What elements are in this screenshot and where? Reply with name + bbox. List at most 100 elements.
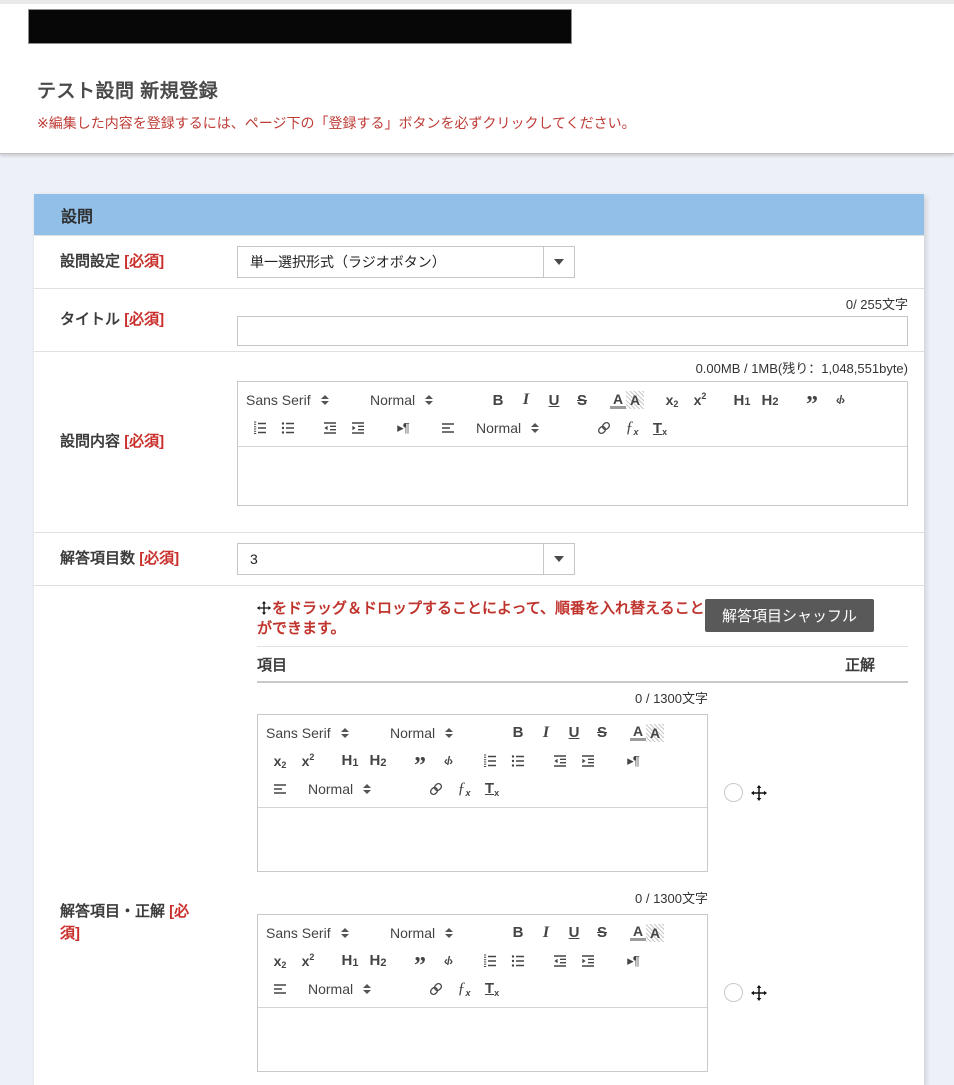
formula-button[interactable]: ƒx: [618, 416, 646, 440]
strike-button[interactable]: S: [588, 921, 616, 945]
italic-button[interactable]: I: [512, 388, 540, 412]
question-type-select[interactable]: 単一選択形式（ラジオボタン）: [237, 246, 575, 278]
code-block-button[interactable]: ‹/›: [826, 388, 854, 412]
background-color-button[interactable]: A: [646, 924, 664, 942]
header-2-button[interactable]: H2: [364, 749, 392, 773]
size-picker[interactable]: Normal: [390, 921, 490, 945]
link-button[interactable]: [422, 777, 450, 801]
bold-button[interactable]: B: [504, 721, 532, 745]
updown-arrows-icon: [425, 395, 433, 405]
underline-button[interactable]: U: [560, 921, 588, 945]
clean-button[interactable]: Tx: [646, 416, 674, 440]
text-color-button[interactable]: A: [630, 924, 646, 941]
title-input[interactable]: [237, 316, 908, 346]
row-title: タイトル [必須] 0/ 255文字: [34, 288, 924, 351]
column-header-item: 項目: [257, 657, 287, 674]
header-2-button[interactable]: H2: [756, 388, 784, 412]
align-button[interactable]: [266, 777, 294, 801]
answers-label: 解答項目・正解 [必須]: [34, 586, 237, 1085]
updown-arrows-icon: [445, 728, 453, 738]
answer-2-correct-radio[interactable]: [724, 983, 743, 1002]
header-1-button[interactable]: H1: [728, 388, 756, 412]
text-color-button[interactable]: A: [630, 724, 646, 741]
toolbar-group: Sans Serif: [266, 721, 376, 745]
subscript-button[interactable]: x2: [266, 749, 294, 773]
header-1-button[interactable]: H1: [336, 749, 364, 773]
text-color-button[interactable]: A: [610, 392, 626, 409]
bold-button[interactable]: B: [484, 388, 512, 412]
superscript-button[interactable]: x2: [294, 749, 322, 773]
toolbar-group: [246, 416, 302, 440]
clean-button[interactable]: Tx: [478, 777, 506, 801]
chevron-down-icon[interactable]: [543, 247, 574, 277]
answer-2-char-counter: 0 / 1300文字: [257, 888, 708, 907]
underline-button[interactable]: U: [560, 721, 588, 745]
content-editor-toolbar: Sans SerifNormalBIUSAAx2x2H1H2”‹/›▸¶Norm…: [238, 382, 907, 447]
font-picker[interactable]: Sans Serif: [266, 721, 376, 745]
toolbar-group: AA: [630, 724, 664, 742]
answer-1-move-handle[interactable]: [751, 785, 767, 801]
toolbar-group: ▸¶: [616, 749, 650, 773]
font-picker-label: Sans Serif: [246, 392, 311, 408]
updown-arrows-icon: [341, 728, 349, 738]
toolbar-group: Sans Serif: [266, 921, 376, 945]
toolbar-group: Normal: [370, 388, 470, 412]
ordered-list-button[interactable]: [246, 416, 274, 440]
question-type-select-value: 単一選択形式（ラジオボタン）: [238, 247, 543, 277]
toolbar-group: Sans Serif: [246, 388, 356, 412]
link-button[interactable]: [590, 416, 618, 440]
formula-button[interactable]: ƒx: [450, 777, 478, 801]
bullet-list-button[interactable]: [274, 416, 302, 440]
background-color-button[interactable]: A: [626, 391, 644, 409]
page-title: テスト設問 新規登録: [37, 76, 218, 103]
lineheight-picker[interactable]: Normal: [308, 777, 408, 801]
align-button[interactable]: [266, 977, 294, 1001]
italic-button[interactable]: I: [532, 921, 560, 945]
lineheight-picker[interactable]: Normal: [476, 416, 576, 440]
toolbar-group: ▸¶: [386, 416, 420, 440]
indent-button[interactable]: [574, 749, 602, 773]
bullet-list-button[interactable]: [504, 749, 532, 773]
subscript-button[interactable]: x2: [658, 388, 686, 412]
ordered-list-button[interactable]: [476, 749, 504, 773]
row-answers: 解答項目・正解 [必須] をドラッグ＆ドロップすることによって、順番を入れ替える…: [34, 585, 924, 1085]
chevron-down-icon[interactable]: [543, 544, 574, 574]
outdent-button[interactable]: [316, 416, 344, 440]
blockquote-button[interactable]: ”: [406, 749, 434, 773]
size-picker[interactable]: Normal: [390, 721, 490, 745]
font-picker[interactable]: Sans Serif: [266, 921, 376, 945]
font-picker[interactable]: Sans Serif: [246, 388, 356, 412]
shuffle-answers-button[interactable]: 解答項目シャッフル: [705, 599, 874, 632]
direction-button[interactable]: ▸¶: [386, 416, 420, 440]
outdent-button[interactable]: [546, 749, 574, 773]
italic-button[interactable]: I: [532, 721, 560, 745]
title-char-counter: 0/ 255文字: [237, 294, 908, 313]
align-button[interactable]: [434, 416, 462, 440]
toolbar-group: [266, 777, 294, 801]
formula-button[interactable]: ƒx: [450, 977, 478, 1001]
direction-button[interactable]: ▸¶: [616, 749, 650, 773]
bold-button[interactable]: B: [504, 921, 532, 945]
clean-button[interactable]: Tx: [478, 977, 506, 1001]
underline-button[interactable]: U: [540, 388, 568, 412]
lineheight-picker[interactable]: Normal: [308, 977, 408, 1001]
size-picker[interactable]: Normal: [370, 388, 470, 412]
answer-count-select[interactable]: 3: [237, 543, 575, 575]
content-editor-textarea[interactable]: [238, 447, 907, 505]
strike-button[interactable]: S: [568, 388, 596, 412]
answer-1-correct-radio[interactable]: [724, 783, 743, 802]
indent-button[interactable]: [344, 416, 372, 440]
blockquote-button[interactable]: ”: [798, 388, 826, 412]
column-header-correct: 正解: [845, 654, 875, 675]
toolbar-group: [266, 977, 294, 1001]
link-button[interactable]: [422, 977, 450, 1001]
toolbar-group: [476, 749, 532, 773]
strike-button[interactable]: S: [588, 721, 616, 745]
answer-2-move-handle[interactable]: [751, 985, 767, 1001]
superscript-button[interactable]: x2: [686, 388, 714, 412]
answer-2-editor-textarea[interactable]: [258, 1008, 707, 1071]
answer-1-editor-textarea[interactable]: [258, 808, 707, 871]
code-block-button[interactable]: ‹/›: [434, 749, 462, 773]
lineheight-picker-label: Normal: [308, 981, 353, 997]
background-color-button[interactable]: A: [646, 724, 664, 742]
